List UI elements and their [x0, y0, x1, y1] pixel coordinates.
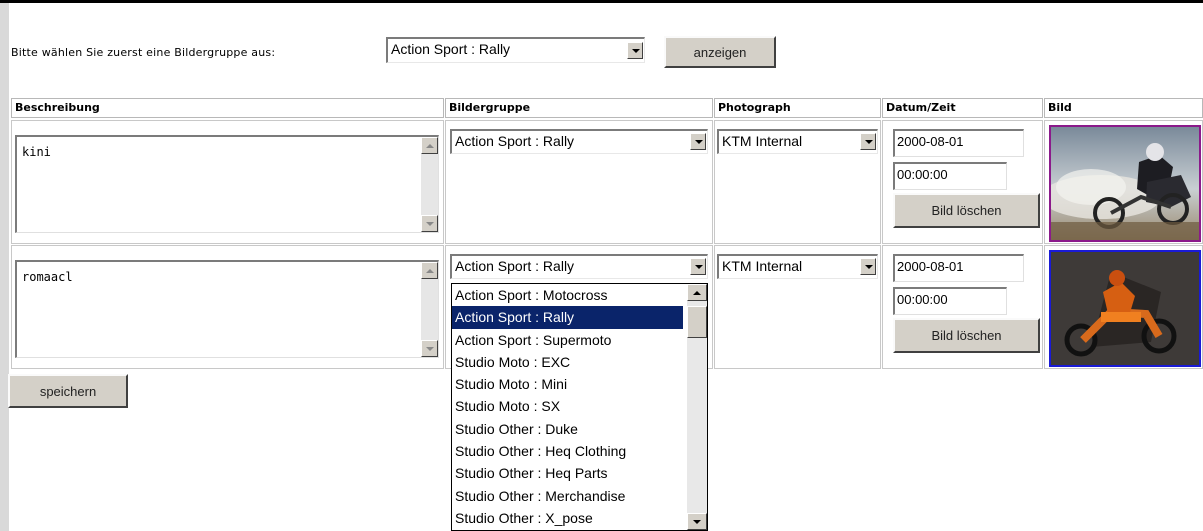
textarea-scrollbar[interactable] [421, 262, 438, 357]
top-border [0, 0, 1203, 3]
description-text: romaacl [22, 270, 73, 284]
dropdown-option[interactable]: Studio Moto : SX [452, 395, 683, 417]
scroll-up-icon[interactable] [687, 284, 707, 301]
description-textarea[interactable]: kini [15, 135, 439, 233]
group-select[interactable]: Action Sport : Rally [450, 129, 708, 154]
group-dropdown-list[interactable]: Action Sport : Motocross Action Sport : … [451, 283, 708, 531]
chevron-down-icon[interactable] [690, 133, 706, 150]
photographer-value: KTM Internal [722, 133, 803, 149]
scroll-down-icon[interactable] [421, 215, 438, 232]
time-input[interactable]: 00:00:00 [893, 162, 1007, 190]
photographer-select[interactable]: KTM Internal [717, 254, 878, 279]
description-text: kini [22, 145, 51, 159]
delete-image-button[interactable]: Bild löschen [893, 193, 1040, 228]
save-button[interactable]: speichern [8, 374, 128, 408]
delete-image-button[interactable]: Bild löschen [893, 318, 1040, 353]
dropdown-option[interactable]: Studio Other : X_pose [452, 507, 683, 529]
dropdown-option[interactable]: Studio Moto : Mini [452, 373, 683, 395]
scroll-up-icon[interactable] [421, 137, 438, 154]
dropdown-scrollbar[interactable] [687, 284, 707, 530]
dropdown-option[interactable]: Action Sport : Motocross [452, 284, 683, 306]
left-frame-bar [0, 3, 9, 531]
header-group: Bildergruppe [445, 98, 713, 118]
time-input[interactable]: 00:00:00 [893, 287, 1007, 315]
photographer-select[interactable]: KTM Internal [717, 129, 878, 154]
rally-rider-photo-icon [1051, 127, 1199, 240]
header-image: Bild [1044, 98, 1203, 118]
dropdown-option-selected[interactable]: Action Sport : Rally [452, 306, 683, 329]
header-datetime: Datum/Zeit [882, 98, 1043, 118]
group-filter-select[interactable]: Action Sport : Rally [386, 37, 645, 63]
group-select[interactable]: Action Sport : Rally [450, 254, 708, 279]
dropdown-option[interactable]: Studio Other : Merchandise [452, 485, 683, 507]
scroll-up-icon[interactable] [421, 262, 438, 279]
date-input[interactable]: 2000-08-01 [893, 254, 1024, 282]
image-thumbnail[interactable] [1049, 125, 1201, 242]
dropdown-option[interactable]: Studio Other : Heq Parts [452, 462, 683, 484]
chevron-down-icon[interactable] [860, 133, 876, 150]
description-textarea[interactable]: romaacl [15, 260, 439, 358]
group-select-value: Action Sport : Rally [455, 133, 575, 149]
header-photographer: Photograph [714, 98, 881, 118]
chevron-down-icon[interactable] [690, 258, 706, 275]
textarea-scrollbar[interactable] [421, 137, 438, 232]
filter-label: Bitte wählen Sie zuerst eine Bildergrupp… [11, 45, 276, 59]
dropdown-option[interactable]: Studio Moto : EXC [452, 351, 683, 373]
dropdown-option[interactable]: Action Sport : Supermoto [452, 329, 683, 351]
show-button[interactable]: anzeigen [664, 36, 776, 68]
dropdown-option[interactable]: Studio Other : Duke [452, 418, 683, 440]
dropdown-option[interactable]: Studio Other : Heq Clothing [452, 440, 683, 462]
scroll-thumb[interactable] [687, 306, 707, 338]
image-thumbnail[interactable] [1049, 250, 1201, 367]
motocross-rider-photo-icon [1051, 252, 1199, 365]
chevron-down-icon[interactable] [627, 42, 643, 59]
group-select-value: Action Sport : Rally [455, 258, 575, 274]
scroll-down-icon[interactable] [421, 340, 438, 357]
filter-row: Bitte wählen Sie zuerst eine Bildergrupp… [11, 39, 275, 65]
date-input[interactable]: 2000-08-01 [893, 129, 1024, 157]
chevron-down-icon[interactable] [860, 258, 876, 275]
scroll-down-icon[interactable] [687, 513, 707, 530]
header-description: Beschreibung [11, 98, 444, 118]
photographer-value: KTM Internal [722, 258, 803, 274]
group-filter-value: Action Sport : Rally [391, 41, 511, 57]
